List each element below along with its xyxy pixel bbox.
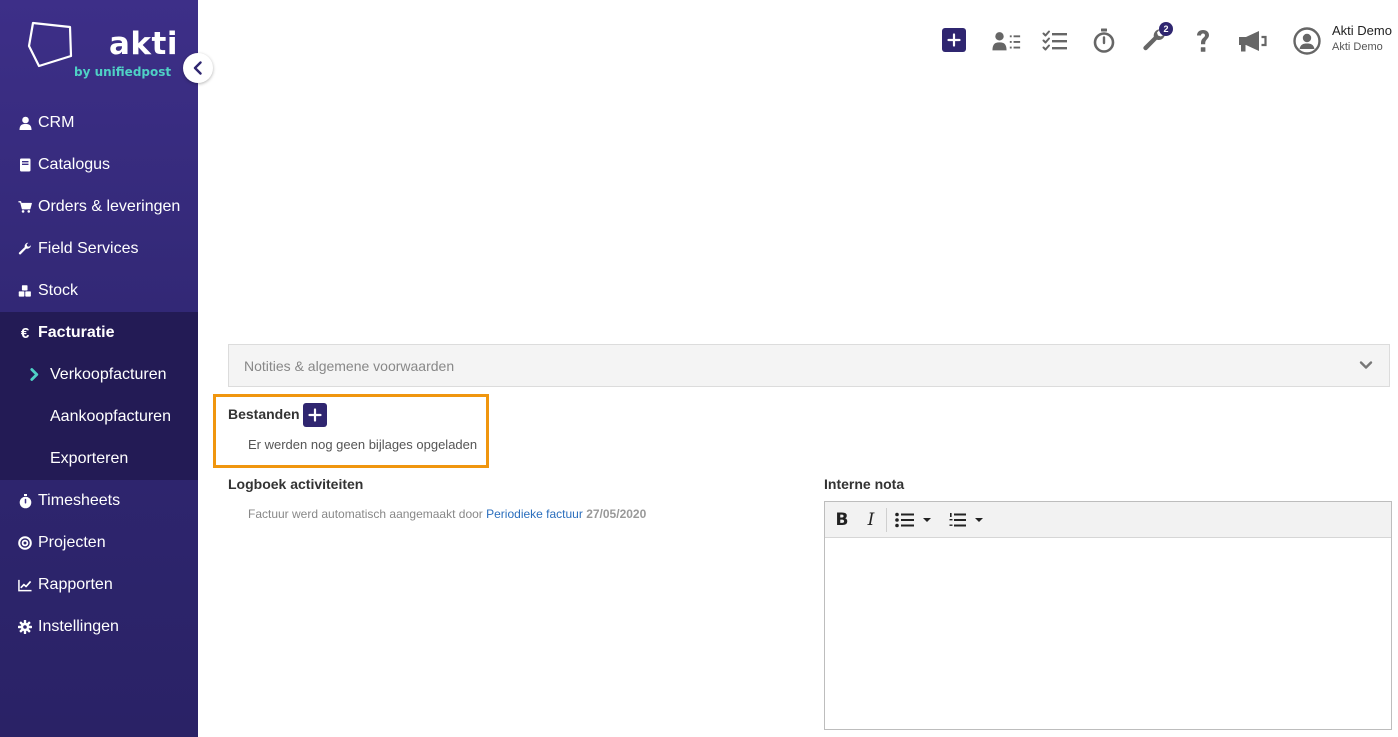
sidebar-item-label: Projecten: [38, 534, 106, 551]
log-entry-date: 27/05/2020: [586, 507, 647, 521]
euro-icon: €: [20, 324, 30, 342]
bullet-list-button[interactable]: [894, 509, 934, 531]
sidebar: akti by unifiedpost CRM Catalogus Orders…: [0, 0, 213, 737]
sidebar-item-field-services[interactable]: Field Services: [0, 228, 198, 270]
numbered-list-button[interactable]: [947, 509, 987, 531]
timer-button[interactable]: [1089, 26, 1119, 56]
sidebar-item-facturatie[interactable]: € Facturatie: [0, 312, 198, 354]
sidebar-item-catalogus[interactable]: Catalogus: [0, 144, 198, 186]
announcements-button[interactable]: [1237, 26, 1267, 56]
sidebar-subitem-verkoopfacturen[interactable]: Verkoopfacturen: [0, 354, 198, 396]
accordion-label: Notities & algemene voorwaarden: [244, 357, 455, 374]
quick-add-button[interactable]: [942, 28, 966, 52]
sidebar-item-label: Catalogus: [38, 156, 111, 173]
caret-down-icon: [923, 518, 931, 522]
sidebar-subitem-label: Exporteren: [50, 450, 129, 467]
activity-log-title: Logboek activiteiten: [228, 476, 364, 492]
sidebar-item-timesheets[interactable]: Timesheets: [0, 480, 198, 522]
sidebar-item-rapporten[interactable]: Rapporten: [0, 564, 198, 606]
sidebar-item-crm[interactable]: CRM: [0, 102, 198, 144]
stopwatch-icon: [1093, 28, 1115, 53]
help-button[interactable]: [1188, 26, 1218, 56]
sidebar-item-label: Rapporten: [38, 576, 113, 593]
sidebar-item-orders[interactable]: Orders & leveringen: [0, 186, 198, 228]
sidebar-subnav-facturatie: Verkoopfacturen Aankoopfacturen Exporter…: [0, 354, 198, 480]
bold-button[interactable]: B: [833, 509, 851, 531]
chevron-right-icon: [30, 368, 39, 381]
caret-down-icon: [975, 518, 983, 522]
cart-icon: [18, 200, 32, 214]
numbered-list-icon: [949, 513, 966, 527]
user-circle-icon: [1293, 27, 1321, 55]
sidebar-item-label: Stock: [38, 282, 79, 299]
sidebar-nav: CRM Catalogus Orders & leveringen Field …: [0, 102, 198, 648]
stopwatch-icon: [18, 493, 32, 508]
user-icon: [18, 116, 32, 130]
tasks-button[interactable]: [1040, 26, 1070, 56]
add-file-button[interactable]: [303, 403, 327, 427]
user-company: Akti Demo: [1332, 41, 1383, 53]
logo-mark-icon: [27, 21, 73, 68]
user-name[interactable]: Akti Demo: [1332, 23, 1392, 38]
files-empty-message: Er werden nog geen bijlages opgeladen: [248, 437, 478, 452]
wrench-icon: [18, 242, 32, 256]
italic-button[interactable]: I: [863, 509, 879, 531]
brand-tagline: by unifiedpost: [74, 65, 172, 79]
log-entry-link[interactable]: Periodieke factuur: [486, 507, 583, 521]
notes-terms-accordion[interactable]: Notities & algemene voorwaarden: [228, 344, 1390, 387]
megaphone-icon: [1239, 31, 1267, 52]
internal-note-editor: B I: [824, 501, 1392, 730]
editor-toolbar: B I: [825, 502, 1391, 538]
user-avatar-button[interactable]: [1292, 26, 1322, 56]
internal-note-textarea[interactable]: [825, 539, 1391, 729]
sidebar-item-instellingen[interactable]: Instellingen: [0, 606, 198, 648]
log-entry-text: Factuur werd automatisch aangemaakt door: [248, 507, 487, 521]
sidebar-subitem-exporteren[interactable]: Exporteren: [0, 438, 198, 480]
plus-icon: [308, 408, 322, 422]
files-title: Bestanden: [228, 406, 300, 422]
sidebar-subitem-label: Aankoopfacturen: [50, 408, 171, 425]
sidebar-item-label: Orders & leveringen: [38, 198, 181, 215]
log-entry: Factuur werd automatisch aangemaakt door…: [248, 507, 646, 521]
sidebar-item-label: Field Services: [38, 240, 139, 257]
sidebar-item-label: Timesheets: [38, 492, 121, 509]
app: akti by unifiedpost CRM Catalogus Orders…: [0, 0, 1398, 737]
question-mark-icon: [1197, 30, 1209, 52]
checklist-icon: [1042, 30, 1067, 51]
brand-name: akti: [109, 26, 178, 62]
chevron-left-icon: [193, 61, 202, 75]
user-list-icon: [992, 32, 1021, 51]
bullet-list-icon: [895, 512, 914, 528]
logo[interactable]: akti by unifiedpost: [0, 0, 198, 100]
topbar: 2 Akti Demo Akti Demo: [198, 0, 1398, 82]
sidebar-item-label: CRM: [38, 114, 75, 131]
sidebar-item-label: Facturatie: [38, 324, 115, 341]
plus-icon: [947, 33, 961, 47]
internal-note-title: Interne nota: [824, 476, 905, 492]
gear-icon: [18, 620, 32, 634]
sidebar-subitem-aankoopfacturen[interactable]: Aankoopfacturen: [0, 396, 198, 438]
sidebar-item-label: Instellingen: [38, 618, 119, 635]
chart-icon: [18, 578, 32, 592]
contacts-list-button[interactable]: [992, 26, 1022, 56]
sidebar-subitem-label: Verkoopfacturen: [50, 366, 167, 383]
sidebar-item-stock[interactable]: Stock: [0, 270, 198, 312]
sidebar-item-projecten[interactable]: Projecten: [0, 522, 198, 564]
book-icon: [18, 158, 32, 172]
cubes-icon: [18, 284, 32, 298]
notification-badge: 2: [1159, 22, 1173, 36]
chevron-down-icon: [1359, 361, 1373, 369]
toolbar-divider: [886, 508, 887, 532]
sidebar-collapse-button[interactable]: [183, 53, 213, 83]
target-icon: [18, 536, 32, 550]
